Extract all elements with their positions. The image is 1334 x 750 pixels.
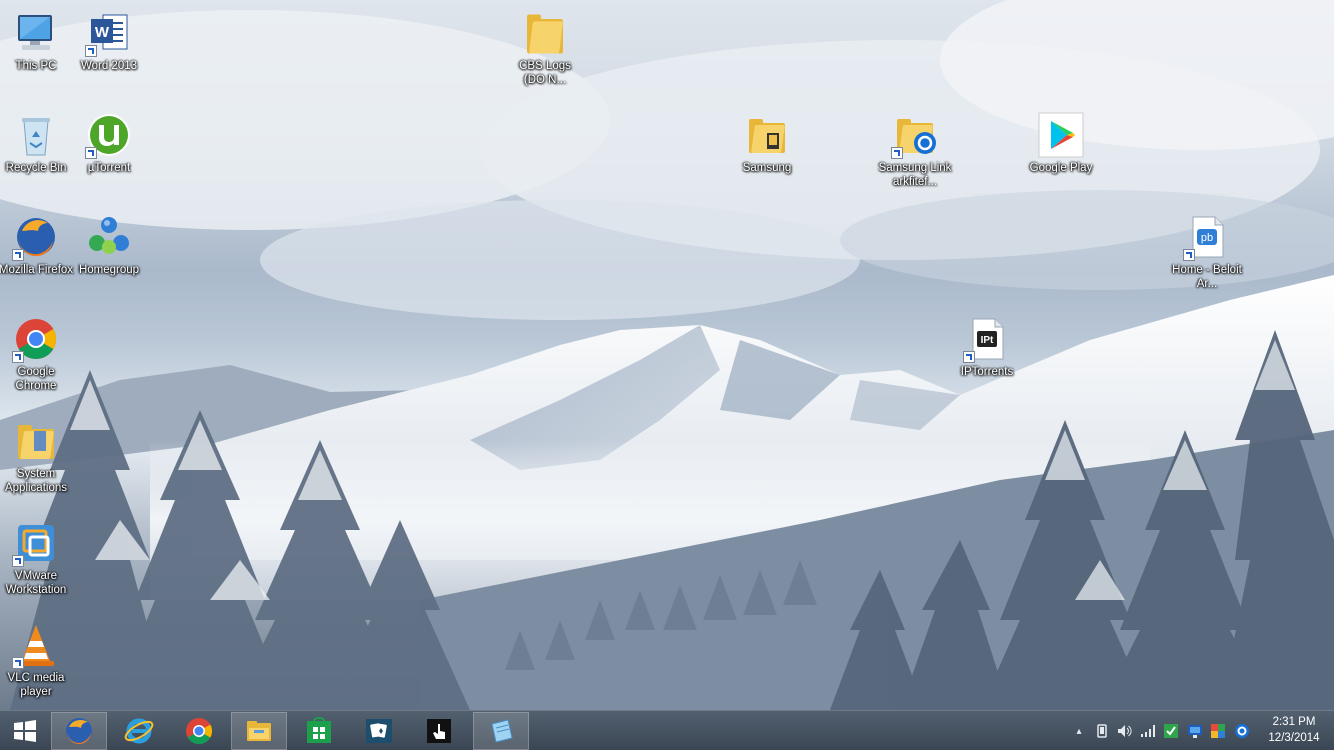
taskbar-internet-explorer-button[interactable]: [111, 712, 167, 750]
desktop-icon-google-chrome[interactable]: Google Chrome: [0, 311, 74, 407]
folder-icon: [743, 111, 791, 159]
start-button[interactable]: [0, 712, 50, 750]
desktop-icon-cbs-logs[interactable]: CBS Logs (DO N...: [507, 5, 583, 101]
desktop-background: This PC Recycle Bin Mozilla Firefox Goog…: [0, 0, 1334, 710]
taskbar-solitaire-button[interactable]: [351, 712, 407, 750]
icon-label: Google Play: [1029, 162, 1093, 174]
icon-label: VMware Workstation: [5, 570, 67, 596]
taskbar-firefox-button[interactable]: [51, 712, 107, 750]
icon-label: Homegroup: [78, 264, 140, 276]
show-hidden-icons-button[interactable]: ▴: [1071, 723, 1087, 739]
pb-text: pb: [1201, 232, 1213, 244]
computer-icon: [12, 9, 60, 57]
internet-explorer-icon: [124, 718, 154, 744]
iptorrents-icon: IPt: [963, 315, 1011, 363]
icon-label: Google Chrome: [15, 366, 57, 392]
notepad-icon: [491, 719, 513, 743]
icon-label: System Applications: [4, 468, 67, 494]
vmware-icon: [12, 519, 60, 567]
desktop-icon-iptorrents[interactable]: IPt IPTorrents: [949, 311, 1025, 407]
word-icon: W: [85, 9, 133, 57]
desktop-icon-home-beloit[interactable]: pb Home - Beloit Ar...: [1169, 209, 1245, 305]
wallpaper-snowy-mountains: [0, 0, 1334, 710]
web-shortcut-icon: pb: [1183, 213, 1231, 261]
taskbar-clock[interactable]: 2:31 PM 12/3/2014: [1262, 714, 1326, 746]
desktop-icon-recycle-bin[interactable]: Recycle Bin: [0, 107, 74, 203]
icon-label: Mozilla Firefox: [0, 264, 74, 276]
taskbar-chrome-button[interactable]: [171, 712, 227, 750]
google-play-icon: [1037, 111, 1085, 159]
icon-label: Word 2013: [80, 60, 138, 72]
windows-start-icon: [14, 720, 36, 742]
folder-icon: [521, 9, 569, 57]
device-icon[interactable]: [1094, 723, 1110, 739]
desktop-icon-vlc-media-player[interactable]: VLC media player: [0, 617, 74, 710]
network-icon[interactable]: [1140, 723, 1156, 739]
icon-label: Samsung: [742, 162, 792, 174]
shortcut-arrow-icon: [12, 555, 24, 567]
firefox-icon: [12, 213, 60, 261]
samsung-link-icon[interactable]: [1234, 723, 1250, 739]
vlc-icon: [12, 621, 60, 669]
icon-label: IPTorrents: [960, 366, 1014, 378]
folder-icon: [12, 417, 60, 465]
shortcut-arrow-icon: [891, 147, 903, 159]
icon-label: VLC media player: [7, 672, 65, 698]
icon-label: Home - Beloit Ar...: [1172, 264, 1242, 290]
desktop-icon-samsung-link[interactable]: Samsung Link arkfitef...: [877, 107, 953, 203]
taskbar-file-explorer-button[interactable]: [231, 712, 287, 750]
icon-label: This PC: [15, 60, 57, 72]
shortcut-arrow-icon: [85, 45, 97, 57]
taskbar-notepad-button[interactable]: [473, 712, 529, 750]
desktop-icon-vmware-workstation[interactable]: VMware Workstation: [0, 515, 74, 611]
utorrent-icon: [85, 111, 133, 159]
shortcut-arrow-icon: [1183, 249, 1195, 261]
word-letter: W: [95, 24, 110, 41]
windows-store-icon: [307, 717, 331, 743]
desktop-icon-system-applications[interactable]: System Applications: [0, 413, 74, 509]
shortcut-arrow-icon: [12, 657, 24, 669]
clock-date: 12/3/2014: [1268, 732, 1320, 744]
samsung-link-icon: [891, 111, 939, 159]
desktop-icon-this-pc[interactable]: This PC: [0, 5, 74, 101]
shortcut-arrow-icon: [12, 351, 24, 363]
icon-label: CBS Logs (DO N...: [519, 60, 571, 86]
desktop-icon-word-2013[interactable]: W Word 2013: [71, 5, 147, 101]
taskbar-windows-store-button[interactable]: [291, 712, 347, 750]
shortcut-arrow-icon: [85, 147, 97, 159]
shortcut-arrow-icon: [12, 249, 24, 261]
solitaire-icon: [366, 719, 392, 743]
desktop-icon-samsung[interactable]: Samsung: [729, 107, 805, 203]
firefox-icon: [66, 718, 92, 745]
icon-label: µTorrent: [87, 162, 131, 174]
checkmark-icon[interactable]: [1163, 723, 1179, 739]
desktop-icon-google-play[interactable]: Google Play: [1023, 107, 1099, 203]
iptorrents-text: IPt: [981, 335, 994, 346]
monitor-icon[interactable]: [1187, 723, 1203, 739]
color-palette-icon[interactable]: [1210, 723, 1226, 739]
volume-icon[interactable]: [1116, 723, 1132, 739]
taskbar-touch-button[interactable]: [411, 712, 467, 750]
file-explorer-icon: [247, 721, 271, 741]
taskbar: ▴ 2:31 PM 12/3/2014: [0, 710, 1334, 750]
desktop-icon-utorrent[interactable]: µTorrent: [71, 107, 147, 203]
icon-label: Recycle Bin: [5, 162, 67, 174]
homegroup-icon: [85, 213, 133, 261]
desktop-icon-homegroup[interactable]: Homegroup: [71, 209, 147, 305]
clock-time: 2:31 PM: [1272, 716, 1316, 728]
desktop-icon-mozilla-firefox[interactable]: Mozilla Firefox: [0, 209, 74, 305]
shortcut-arrow-icon: [963, 351, 975, 363]
icon-label: Samsung Link arkfitef...: [878, 162, 952, 188]
chrome-icon: [12, 315, 60, 363]
chrome-icon: [186, 718, 213, 745]
recycle-bin-icon: [12, 111, 60, 159]
touch-icon: [427, 719, 451, 743]
